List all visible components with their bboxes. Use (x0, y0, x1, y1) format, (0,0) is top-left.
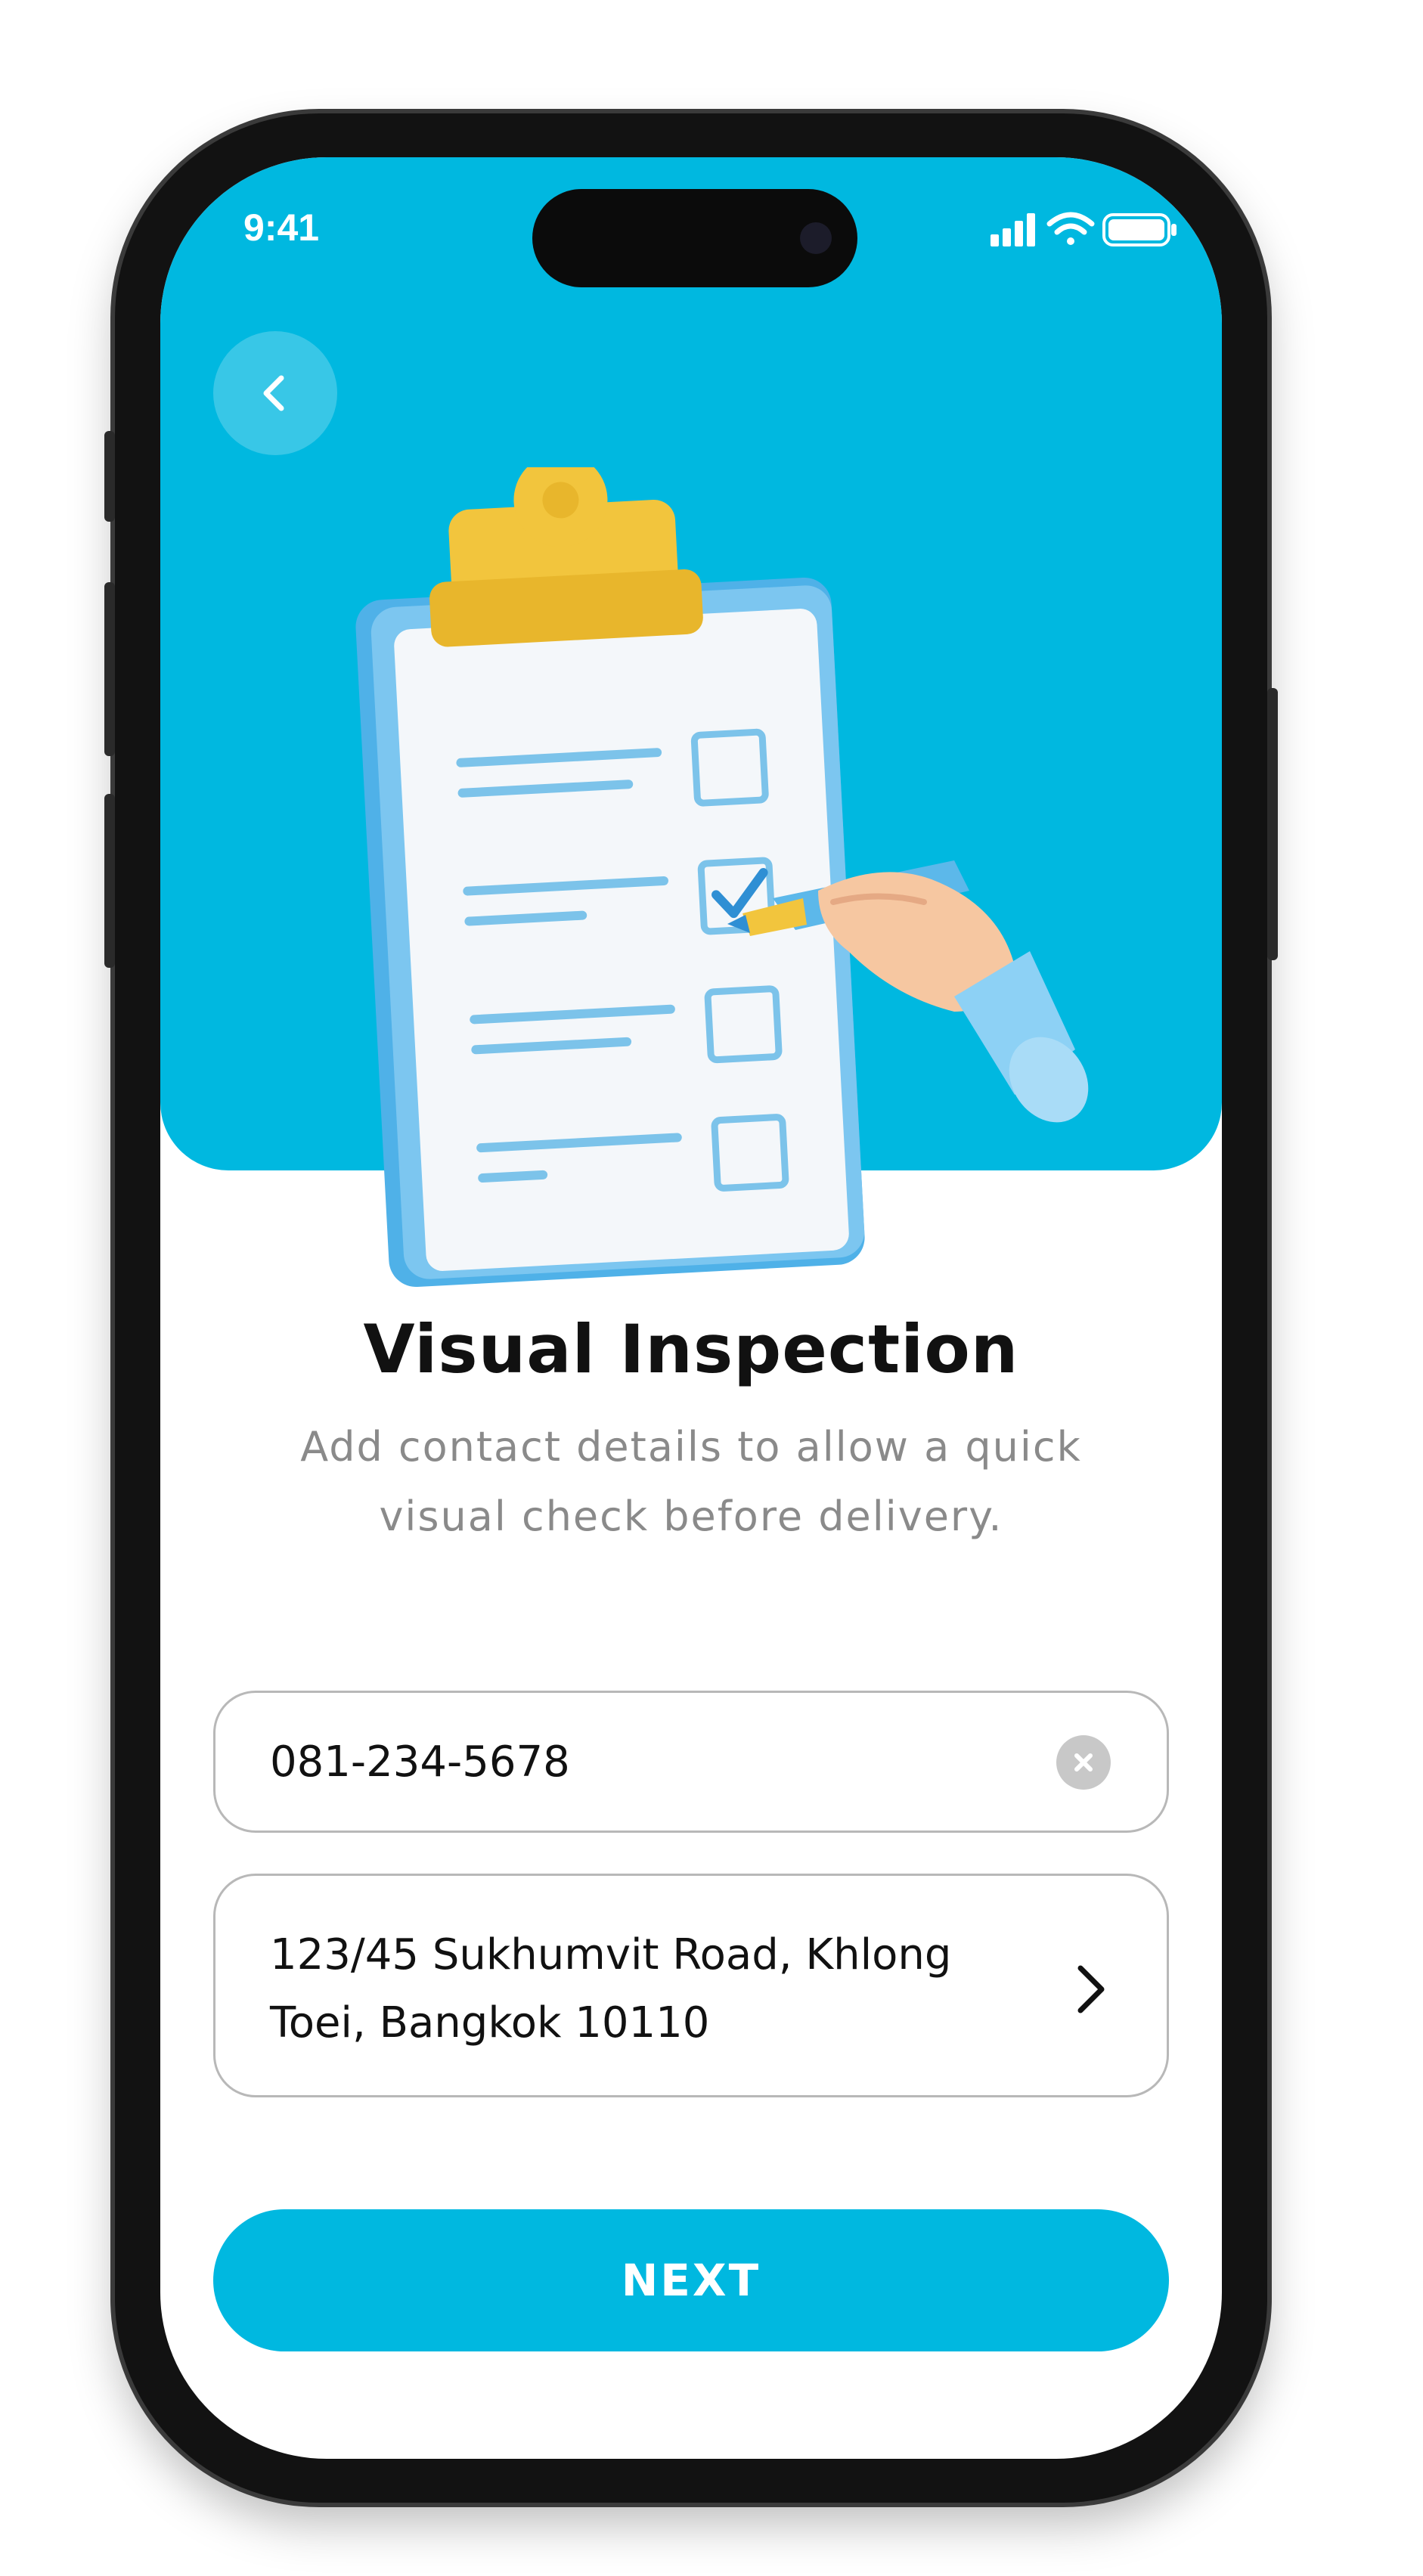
silent-switch (104, 431, 115, 522)
page-title: Visual Inspection (363, 1310, 1019, 1388)
address-field[interactable]: 123/45 Sukhumvit Road, Khlong Toei, Bang… (213, 1874, 1169, 2097)
battery-icon (1102, 213, 1177, 246)
app-screen: 9:41 Visual Inspection Add contact detai… (160, 157, 1222, 2459)
status-icons (991, 212, 1177, 246)
phone-input[interactable] (270, 1693, 1011, 1830)
power-button (1267, 688, 1278, 960)
volume-down-button (104, 794, 115, 968)
address-value: 123/45 Sukhumvit Road, Khlong Toei, Bang… (270, 1930, 952, 2047)
phone-field[interactable] (213, 1691, 1169, 1833)
phone-frame: 9:41 Visual Inspection Add contact detai… (104, 113, 1278, 2503)
status-time: 9:41 (243, 206, 320, 249)
volume-up-button (104, 582, 115, 756)
back-button[interactable] (213, 331, 337, 455)
close-circle-icon (1074, 1753, 1093, 1772)
clipboard-icon (355, 467, 865, 1288)
chevron-left-icon (263, 375, 284, 411)
dynamic-island (532, 189, 857, 287)
clipboard-checklist-illustration (355, 467, 1089, 1288)
signal-icon (991, 213, 1035, 246)
chevron-right-icon (1077, 1965, 1105, 2013)
page-subtitle: Add contact details to allow a quick vis… (300, 1423, 1082, 1540)
clear-phone-button[interactable] (1056, 1735, 1111, 1790)
camera-lens (800, 222, 832, 254)
next-button[interactable]: NEXT (213, 2209, 1169, 2351)
wifi-icon (1046, 212, 1095, 245)
